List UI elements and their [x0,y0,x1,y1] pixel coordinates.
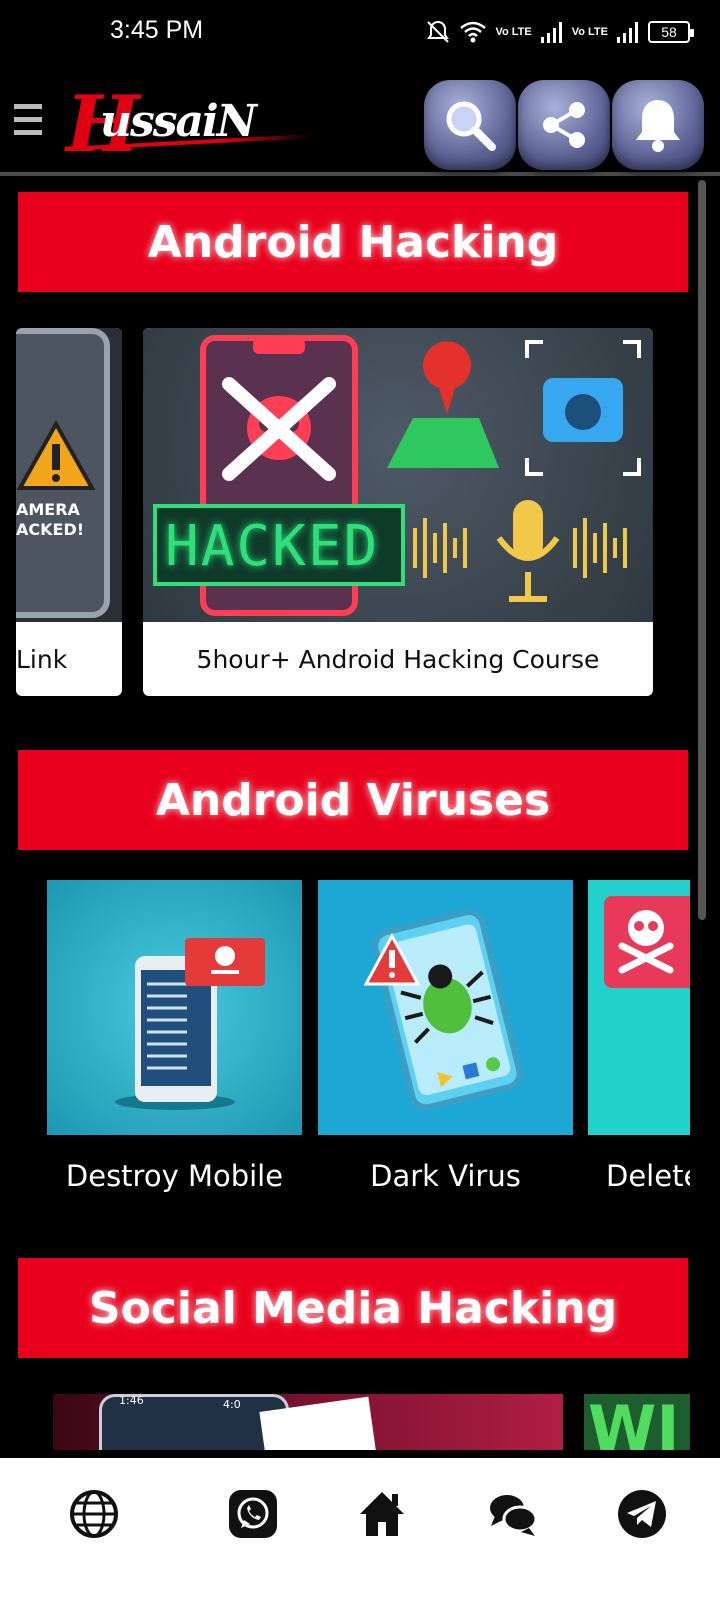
nav-whatsapp[interactable] [227,1488,279,1540]
scrollbar[interactable] [698,180,706,920]
course-title: Link [16,644,68,674]
virus-title: Destroy Mobile [65,1159,284,1193]
course-thumbnail: AMERA ACKED! [16,328,122,622]
warning-icon [16,420,96,490]
course-thumbnail: HACKED [143,328,653,622]
notifications-button[interactable] [612,80,704,170]
virus-thumbnail [588,880,690,1135]
nav-web[interactable] [68,1488,120,1540]
virus-thumbnail [47,880,302,1135]
course-card-android-hacking-course[interactable]: HACKED 5hour+ Android Hacking Course [143,328,653,696]
chat-icon [490,1495,538,1536]
social-card-2[interactable]: WI [584,1394,690,1450]
share-icon [543,102,585,148]
nav-chat[interactable] [487,1488,539,1540]
virus-title: Dark Virus [370,1159,521,1193]
bottom-navigation [0,1458,720,1600]
volte-indicator-2: Vo LTE [571,25,608,38]
nav-telegram[interactable] [616,1488,668,1540]
search-icon [446,101,496,151]
section-header-social-media-hacking[interactable]: Social Media Hacking [18,1258,688,1358]
course-title: 5hour+ Android Hacking Course [196,644,600,674]
thumb-wordmark: WI [588,1394,680,1450]
section-header-android-hacking[interactable]: Android Hacking [18,192,688,292]
course-card-link[interactable]: AMERA ACKED! Link [16,328,122,696]
section-header-android-viruses[interactable]: Android Viruses [18,750,688,850]
virus-title: Delete [606,1159,690,1193]
nav-home[interactable] [356,1488,408,1540]
bug-phone-illustration [363,909,523,1111]
hacked-label: HACKED [165,514,380,579]
virus-card-destroy-mobile[interactable]: Destroy Mobile [47,880,302,1193]
app-bar: H ussaiN [0,66,720,176]
thumb-status: 4:0 [223,1398,241,1411]
status-time: 3:45 PM [110,16,204,44]
mute-notification-icon [427,20,450,43]
search-button[interactable] [424,80,516,170]
volte-indicator-1: Vo LTE [495,25,532,38]
skull-crossbones-icon [604,896,690,988]
bell-icon [636,100,680,152]
share-button[interactable] [518,80,610,170]
home-icon [360,1492,404,1536]
phone-warning-illustration [115,938,265,1110]
wifi-icon [460,21,487,43]
thumb-time: 1:46 [119,1394,144,1407]
social-card-1[interactable]: 1:46 4:0 [53,1394,563,1450]
signal-icon-1 [540,22,562,43]
virus-card-dark-virus[interactable]: Dark Virus [318,880,573,1193]
battery-indicator: 58 [648,21,694,43]
whatsapp-icon [229,1490,277,1538]
menu-icon[interactable] [14,104,42,138]
virus-thumbnail [318,880,573,1135]
telegram-icon [618,1490,666,1538]
virus-card-delete[interactable]: Delete [588,880,690,1193]
status-bar: 3:45 PM Vo LTE Vo LTE 58 [0,0,720,66]
status-icons: Vo LTE Vo LTE 58 [425,14,694,50]
globe-icon [70,1490,118,1538]
app-logo: H ussaiN [66,86,316,166]
thumb-caption: AMERA ACKED! [16,500,85,539]
signal-icon-2 [617,22,638,43]
